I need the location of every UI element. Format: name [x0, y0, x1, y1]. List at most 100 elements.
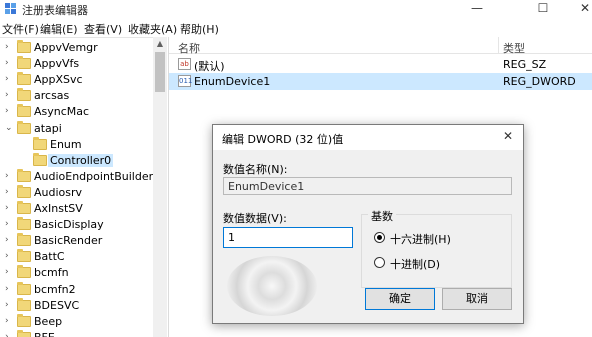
- folder-icon: [17, 217, 31, 231]
- chevron-right-icon[interactable]: ›: [5, 106, 9, 116]
- tree-item-label[interactable]: Controller0: [48, 153, 114, 167]
- tree-item[interactable]: › Beep: [0, 313, 153, 330]
- chevron-right-icon[interactable]: ›: [5, 219, 9, 229]
- tree-item-label[interactable]: bcmfn: [34, 266, 69, 279]
- radio-decimal[interactable]: 十进制(D): [374, 256, 504, 272]
- tree-item[interactable]: ⌄ atapi: [0, 120, 153, 137]
- tree-item-label[interactable]: AppvVemgr: [34, 41, 98, 54]
- ok-button[interactable]: 确定: [365, 288, 435, 310]
- menu-file[interactable]: 文件(F): [2, 21, 39, 37]
- tree-item[interactable]: › Audiosrv: [0, 184, 153, 201]
- tree-item[interactable]: › AppvVemgr: [0, 40, 153, 56]
- registry-editor-icon: [5, 3, 16, 14]
- tree-item[interactable]: › AppXSvc: [0, 72, 153, 88]
- chevron-right-icon[interactable]: ›: [5, 58, 9, 68]
- tree-item-label[interactable]: BDESVC: [34, 299, 79, 312]
- tree-item[interactable]: › BattC: [0, 249, 153, 265]
- folder-icon: [17, 104, 31, 118]
- column-header-name[interactable]: 名称: [178, 40, 200, 56]
- tree-item-label[interactable]: BasicRender: [34, 234, 102, 247]
- column-header-type[interactable]: 类型: [503, 40, 525, 56]
- chevron-right-icon[interactable]: ›: [5, 42, 9, 52]
- tree-item[interactable]: › AsyncMac: [0, 104, 153, 120]
- folder-icon: [17, 72, 31, 86]
- folder-icon: [17, 265, 31, 279]
- tree-item[interactable]: › arcsas: [0, 88, 153, 104]
- value-data-input[interactable]: 1: [223, 227, 353, 248]
- chevron-right-icon[interactable]: ›: [5, 267, 9, 277]
- tree-item-label[interactable]: Beep: [34, 315, 62, 328]
- tree-item[interactable]: › BDESVC: [0, 297, 153, 314]
- tree-item-label[interactable]: arcsas: [34, 89, 69, 102]
- tree-item-label[interactable]: Enum: [50, 138, 82, 151]
- folder-icon: [17, 201, 31, 214]
- chevron-right-icon[interactable]: ›: [5, 300, 9, 310]
- value-name: EnumDevice1: [194, 75, 271, 88]
- tree-item-label[interactable]: AudioEndpointBuilder: [34, 170, 153, 183]
- radio-dec-label[interactable]: 十进制(D): [390, 256, 440, 272]
- radio-hexadecimal[interactable]: 十六进制(H): [374, 231, 504, 247]
- value-type: REG_SZ: [503, 58, 547, 71]
- chevron-right-icon[interactable]: ›: [5, 90, 9, 100]
- folder-icon: [33, 136, 47, 150]
- menu-help[interactable]: 帮助(H): [180, 21, 219, 37]
- title-bar: 注册表编辑器 — ☐ ✕: [0, 0, 592, 18]
- binary-value-icon: 011: [178, 75, 193, 87]
- close-window-button[interactable]: ✕: [562, 0, 592, 18]
- tree-item[interactable]: › BasicRender: [0, 233, 153, 249]
- tree-item[interactable]: › bcmfn2: [0, 281, 153, 298]
- tree-item-label[interactable]: AsyncMac: [34, 105, 89, 118]
- tree-item[interactable]: › AudioEndpointBuilder: [0, 168, 153, 185]
- radio-unselected-icon[interactable]: [374, 257, 385, 268]
- tree-item[interactable]: Controller0: [0, 152, 153, 169]
- menu-view[interactable]: 查看(V): [84, 21, 122, 37]
- scroll-up-arrow-icon[interactable]: ▲: [153, 37, 167, 51]
- registry-tree[interactable]: › AppvVemgr › AppvVfs › AppXSvc › arcsas › AsyncM…: [0, 37, 153, 337]
- tree-item[interactable]: › AxInstSV: [0, 201, 153, 217]
- tree-item-label[interactable]: AppXSvc: [34, 73, 83, 86]
- chevron-right-icon[interactable]: ›: [5, 251, 9, 261]
- dialog-close-icon[interactable]: ✕: [503, 129, 513, 143]
- tree-item-label[interactable]: BFE: [34, 331, 55, 337]
- folder-icon: [17, 120, 31, 134]
- chevron-right-icon[interactable]: ›: [5, 203, 9, 213]
- tree-item[interactable]: › BasicDisplay: [0, 217, 153, 233]
- folder-icon: [17, 233, 31, 247]
- chevron-right-icon[interactable]: ›: [5, 74, 9, 84]
- chevron-down-icon[interactable]: ⌄: [5, 123, 13, 133]
- tree-item-label[interactable]: atapi: [34, 122, 62, 135]
- maximize-button[interactable]: ☐: [520, 0, 566, 18]
- tree-item-label[interactable]: Audiosrv: [34, 186, 82, 199]
- column-divider[interactable]: [498, 37, 499, 54]
- tree-scrollbar[interactable]: ▲: [153, 37, 167, 337]
- value-row[interactable]: ab (默认) REG_SZ: [169, 56, 592, 73]
- tree-item-label[interactable]: AxInstSV: [34, 202, 83, 215]
- tree-item[interactable]: › BFE: [0, 329, 153, 337]
- minimize-button[interactable]: —: [454, 0, 500, 18]
- values-header: 名称 类型: [169, 37, 592, 56]
- tree-item-label[interactable]: AppvVfs: [34, 57, 79, 70]
- tree-item-label[interactable]: BattC: [34, 250, 65, 263]
- chevron-right-icon[interactable]: ›: [5, 235, 9, 245]
- value-row[interactable]: 011 EnumDevice1 REG_DWORD: [169, 73, 592, 90]
- radio-selected-icon[interactable]: [374, 232, 385, 243]
- chevron-right-icon[interactable]: ›: [5, 187, 9, 197]
- chevron-right-icon[interactable]: ›: [5, 284, 9, 294]
- cancel-button[interactable]: 取消: [442, 288, 512, 310]
- edit-dword-dialog: 编辑 DWORD (32 位)值 ✕ 数值名称(N): EnumDevice1 …: [212, 124, 524, 324]
- menu-edit[interactable]: 编辑(E): [40, 21, 78, 37]
- tree-item[interactable]: › bcmfn: [0, 265, 153, 281]
- tree-item[interactable]: Enum: [0, 136, 153, 153]
- scrollbar-thumb[interactable]: [155, 52, 165, 92]
- value-name: (默认): [194, 60, 225, 73]
- tree-item[interactable]: › AppvVfs: [0, 56, 153, 72]
- chevron-right-icon[interactable]: ›: [5, 332, 9, 337]
- menu-favorites[interactable]: 收藏夹(A): [128, 21, 177, 37]
- tree-item-label[interactable]: BasicDisplay: [34, 218, 104, 231]
- tree-item-label[interactable]: bcmfn2: [34, 283, 76, 296]
- folder-icon: [17, 184, 31, 198]
- folder-icon: [17, 313, 31, 327]
- chevron-right-icon[interactable]: ›: [5, 171, 9, 181]
- chevron-right-icon[interactable]: ›: [5, 316, 9, 326]
- radio-hex-label[interactable]: 十六进制(H): [390, 231, 451, 247]
